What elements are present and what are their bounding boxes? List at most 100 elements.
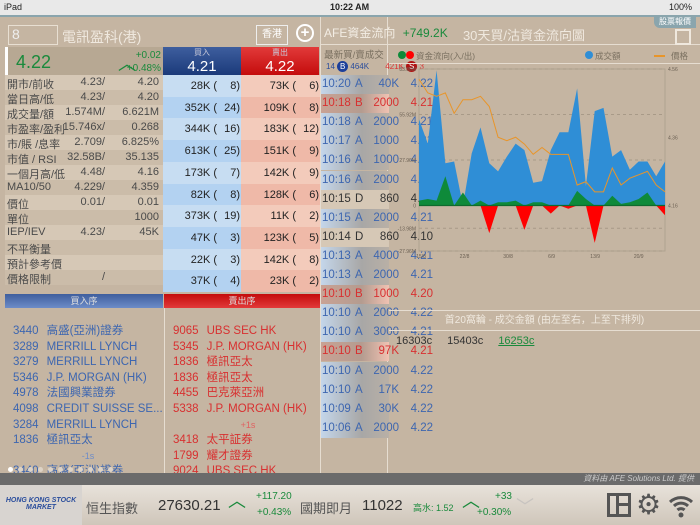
- bid-row[interactable]: 47K (3): [163, 226, 241, 249]
- broker-name: 太平証券: [206, 434, 253, 447]
- bid-row[interactable]: 344K ( 16): [163, 118, 241, 141]
- stock-code-input[interactable]: 8: [8, 25, 58, 45]
- stat-value-a: 15.746x/: [62, 121, 105, 133]
- stat-value-a: /: [101, 271, 105, 283]
- stat-value-b: 1000: [134, 211, 159, 223]
- layout-grid-icon[interactable]: [675, 29, 691, 45]
- market-button[interactable]: 香港: [256, 25, 288, 45]
- ask-row[interactable]: 23K (2): [241, 270, 320, 293]
- ask-row[interactable]: 183K ( 12): [241, 118, 320, 141]
- broker-name: 極訊亞太: [206, 356, 253, 369]
- y-tick-label: 55.92M: [399, 113, 416, 119]
- trade-row: 10:18 A 2000 4.21: [321, 113, 433, 133]
- warrant-item[interactable]: 16303c: [396, 335, 432, 347]
- ask-volume: 11K (: [270, 210, 296, 223]
- settings-gear-icon[interactable]: ⚙: [636, 488, 661, 521]
- futures-label: 國期即月: [300, 501, 353, 516]
- trade-row: 10:15 A 2000 4.21: [321, 208, 433, 228]
- stock-name: 電訊盈科(港): [62, 29, 142, 45]
- status-bar: iPad 10:22 AM 100%: [0, 0, 700, 15]
- ask-row[interactable]: 151K (9): [241, 140, 320, 163]
- broker-name: UBS SEC HK: [206, 325, 277, 337]
- stat-row: 當日高/低 4.23/4.20: [5, 90, 163, 106]
- ask-row[interactable]: 123K ( 5): [241, 226, 320, 249]
- bid-row[interactable]: 37K (4): [163, 270, 241, 293]
- bid-row[interactable]: 352K (24): [163, 96, 241, 119]
- data-source: 資料由 AFE Solutions Ltd. 提供: [0, 473, 700, 485]
- bid-volume: 344K (: [184, 123, 217, 136]
- bid-row[interactable]: 22K (3): [163, 248, 241, 271]
- ask-row[interactable]: 73K (6): [241, 75, 320, 97]
- bid-volume: 82K (: [190, 188, 217, 201]
- ask-count: 5): [309, 231, 319, 244]
- trade-time: 10:17: [322, 135, 351, 148]
- volume-dot-icon: [585, 51, 593, 59]
- stat-row: 不平衡量: [5, 240, 163, 256]
- trade-time: 10:13: [322, 269, 351, 281]
- wifi-icon[interactable]: [668, 493, 694, 519]
- warrant-item[interactable]: 16253c: [498, 335, 534, 347]
- stat-value-b: 4.20: [137, 91, 159, 103]
- stat-value-a: 4.229/: [74, 181, 105, 193]
- bid-row[interactable]: 613K (25): [163, 140, 241, 163]
- stat-row: 價位 0.01/0.01: [5, 195, 163, 211]
- broker-name: J.P. MORGAN (HK): [46, 371, 147, 384]
- ticker-bar: HONG KONG STOCK MARKET 恒生指數 27630.21 ︿ +…: [0, 485, 700, 525]
- stat-value-b: 4.20: [137, 76, 159, 88]
- ask-header: 賣出 4.22: [241, 47, 319, 75]
- ask-row[interactable]: 11K (2): [241, 205, 320, 228]
- ask-volume: 183K (: [263, 123, 296, 136]
- stat-value-a: 4.23/: [80, 76, 105, 88]
- queue-time-gap: +1s: [240, 419, 256, 430]
- ask-row[interactable]: 128K (6): [241, 183, 320, 206]
- trade-row: 10:09 A 30K 4.22: [321, 399, 433, 419]
- broker-id: 5346: [13, 371, 39, 384]
- stat-value-b: 45K: [139, 226, 159, 238]
- broker-row: 3279 MERRILL LYNCH: [13, 355, 163, 371]
- broker-row: 5346 J.P. MORGAN (HK): [13, 371, 163, 387]
- add-watchlist-icon[interactable]: +: [296, 24, 314, 42]
- bid-count: 16): [224, 123, 240, 136]
- broker-id: 3418: [173, 434, 199, 447]
- stat-value-a: 4.23/: [80, 91, 105, 103]
- tab-stock-quote[interactable]: 股票報價: [654, 15, 696, 28]
- trades-title: 最新買/賣成交: [324, 50, 384, 61]
- trade-time: 10:15: [322, 192, 351, 205]
- ask-row[interactable]: 142K (9): [241, 161, 320, 184]
- broker-id: 5345: [173, 340, 199, 353]
- ask-volume: 123K (: [263, 231, 296, 244]
- stat-row: 市/賬 /息率 2.709/6.825%: [5, 135, 163, 151]
- broker-id: 1836: [13, 434, 39, 447]
- trade-row: 10:18 B 2000 4.21: [321, 94, 433, 114]
- trade-time: 10:18: [322, 116, 351, 129]
- stat-row: 預計參考價: [5, 255, 163, 271]
- volume-area: [419, 70, 665, 206]
- bid-row[interactable]: 373K (19): [163, 205, 241, 228]
- bid-count: 3): [230, 231, 240, 244]
- bid-count: 3): [230, 253, 240, 266]
- trade-row: 10:15D8604.16: [321, 189, 433, 209]
- warrant-item[interactable]: 15403c: [447, 335, 483, 347]
- ask-volume: 151K (: [263, 145, 296, 158]
- bid-row[interactable]: 28K (8): [163, 75, 241, 97]
- ask-row[interactable]: 109K (8): [241, 96, 320, 119]
- hsi-value: 27630.21: [158, 497, 221, 514]
- trades-panel: 10:20 A 40K 4.22 10:18 B 2000 4.21 10:18 A 2000 4.2…: [320, 17, 433, 475]
- stats-table: 開市/前收 4.23/4.20 當日高/低 4.23/4.20 成交量/額 1.574M/…: [5, 75, 163, 286]
- y-tick-label: -27.96M: [398, 249, 416, 255]
- y2-tick-label: 4.16: [668, 204, 678, 210]
- trade-time: 10:09: [322, 402, 351, 415]
- ask-count: 12): [303, 123, 319, 136]
- legend-price: 價格: [671, 51, 689, 61]
- page-dots[interactable]: [8, 467, 113, 472]
- ask-count: 6): [309, 188, 319, 201]
- trade-time: 10:06: [322, 421, 351, 434]
- stat-row: MA10/50 4.229/4.359: [5, 180, 163, 195]
- ask-row[interactable]: 142K (8): [241, 248, 320, 271]
- bid-row[interactable]: 173K (7): [163, 161, 241, 184]
- layout-icon[interactable]: [607, 493, 631, 517]
- y-tick-label: 27.96M: [399, 158, 416, 164]
- expand-chevron-icon[interactable]: ﹀: [516, 493, 534, 519]
- bid-row[interactable]: 82K (8): [163, 183, 241, 206]
- stat-row: 一個月高/低 4.48/4.16: [5, 165, 163, 181]
